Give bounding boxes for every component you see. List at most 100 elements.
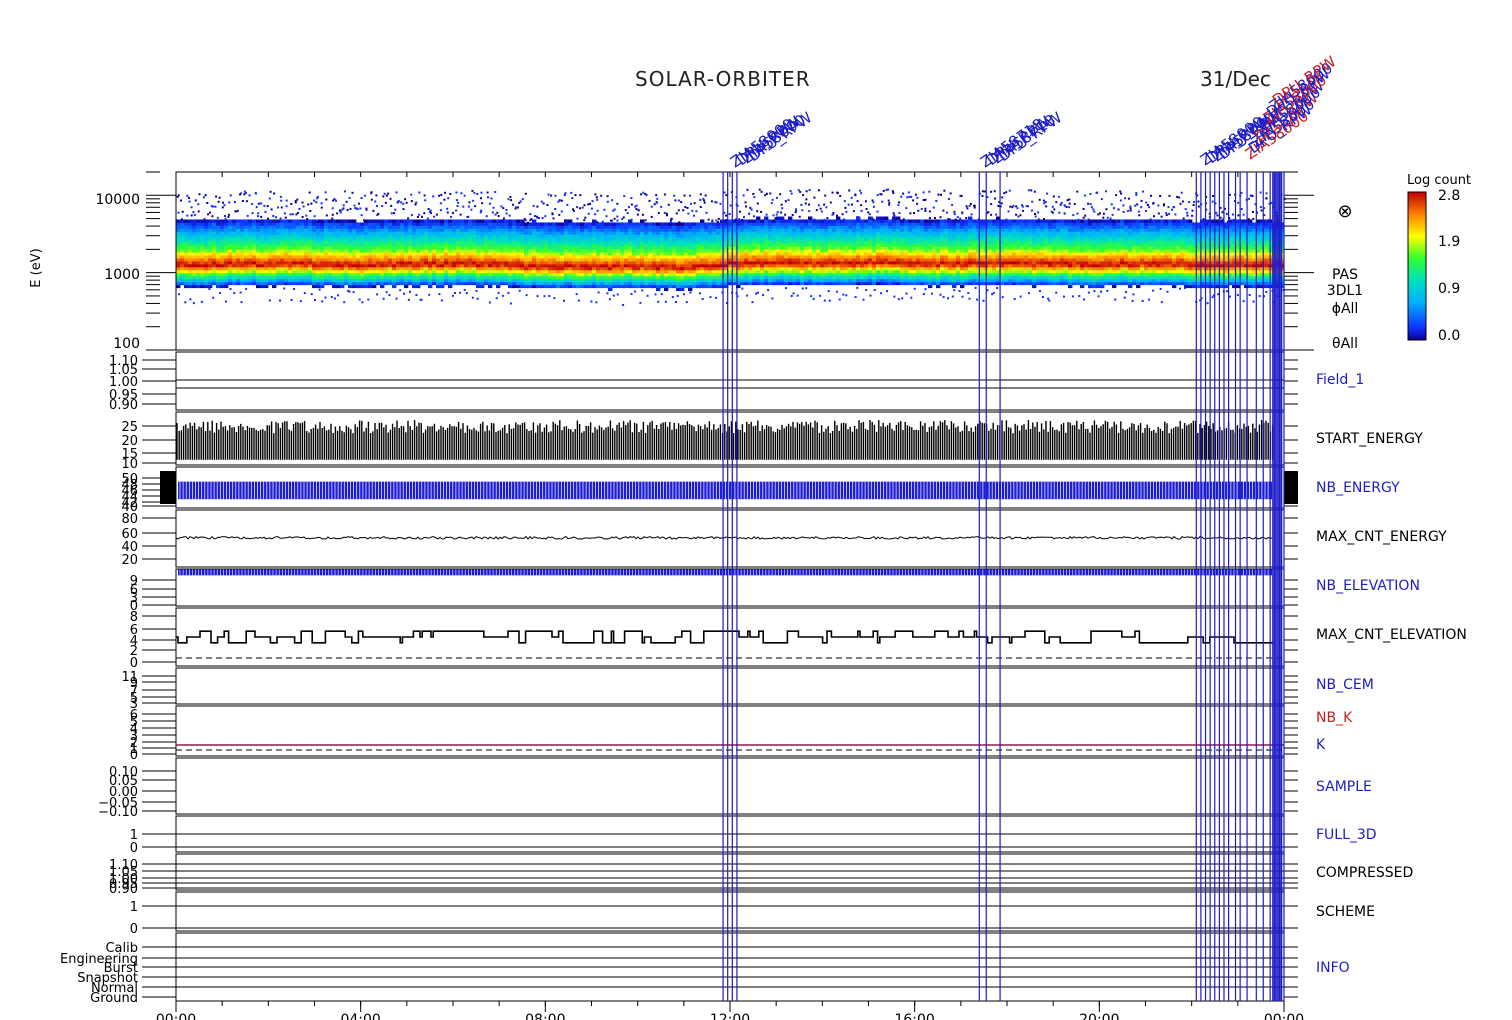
spectrogram-cell — [588, 246, 593, 250]
spectrogram-cell — [280, 231, 285, 235]
spectrogram-cell — [864, 228, 869, 232]
spectrogram-cell — [584, 225, 589, 229]
spectrogram-cell — [280, 272, 285, 277]
spectrogram-cell — [584, 252, 589, 256]
spectrogram-cell — [520, 234, 525, 238]
spectrogram-cell — [460, 263, 465, 268]
spectrogram-cell — [1052, 246, 1057, 250]
spectrogram-cell — [524, 255, 529, 259]
spectrogram-cell — [512, 228, 517, 232]
spectrogram-cell — [332, 246, 337, 250]
spectrogram-cell — [1008, 272, 1013, 277]
spectrogram-cell — [244, 240, 249, 244]
spectrogram-cell — [1044, 246, 1049, 250]
spectrogram-cell — [608, 281, 613, 286]
spectrogram-cell — [568, 240, 573, 244]
spectrogram-cell — [752, 249, 757, 253]
spectrogram-cell — [744, 225, 749, 229]
spectrogram-cell — [592, 249, 597, 253]
spectrogram-cell — [896, 258, 901, 262]
spectrogram-cell — [416, 252, 421, 256]
spectrogram-cell — [404, 255, 409, 259]
spectrogram-cell — [528, 240, 533, 244]
spectrogram-cell — [320, 252, 325, 256]
spectrogram-cell — [264, 246, 269, 250]
spectrogram-cell — [1012, 243, 1017, 247]
spectrogram-cell — [396, 278, 401, 283]
spectrogram-cell — [600, 269, 605, 274]
spectrogram-cell — [956, 275, 961, 280]
spectrogram-cell — [756, 216, 761, 220]
spectrogram-cell — [496, 240, 501, 244]
spectrogram-cell — [568, 278, 573, 283]
spectrogram-cell — [520, 258, 525, 262]
spectrogram-cell — [252, 252, 257, 256]
spectrogram-cell — [452, 258, 457, 262]
spectrogram-cell — [572, 281, 577, 286]
spectrogram-cell — [424, 252, 429, 256]
spectrogram-cell — [308, 219, 313, 223]
spectrogram-cell — [176, 222, 181, 226]
spectrogram-cell — [496, 258, 501, 262]
spectrogram-cell — [600, 252, 605, 256]
spectrogram-cell — [484, 278, 489, 283]
spectrogram-cell — [952, 263, 957, 268]
spectrogram-cell — [904, 278, 909, 283]
spectrogram-cell — [264, 234, 269, 238]
spectrogram-cell — [664, 234, 669, 238]
spectrogram-cell — [740, 225, 745, 229]
spectrogram-cell — [180, 237, 185, 241]
spectrogram-cell — [648, 284, 653, 289]
spectrogram-cell — [232, 231, 237, 235]
spectrogram-cell — [240, 269, 245, 274]
spectrogram-cell — [532, 263, 537, 268]
spectrogram-cell — [656, 240, 661, 244]
spectrogram-cell — [184, 219, 189, 223]
spectrogram-cell — [252, 234, 257, 238]
spectrogram-cell — [196, 231, 201, 235]
spectrogram-cell — [252, 263, 257, 268]
spectrogram-cell — [1060, 281, 1065, 286]
spectrogram-cell — [304, 281, 309, 286]
spectrogram-cell — [752, 272, 757, 277]
spectrogram-cell — [968, 269, 973, 274]
spectrogram-cell — [796, 246, 801, 250]
spectrogram-cell — [348, 275, 353, 280]
spectrogram-cell — [804, 278, 809, 283]
spectrogram-cell — [1028, 246, 1033, 250]
spectrogram-cell — [544, 278, 549, 283]
spectrogram-cell — [516, 275, 521, 280]
spectrogram-cell — [544, 272, 549, 277]
spectrogram-cell — [252, 281, 257, 286]
spectrogram-cell — [368, 272, 373, 277]
spectrogram-cell — [688, 243, 693, 247]
spectrogram-cell — [568, 222, 573, 226]
spectrogram-cell — [396, 266, 401, 271]
spectrogram-cell — [1004, 240, 1009, 244]
spectrogram-cell — [620, 237, 625, 241]
spectrogram-cell — [688, 258, 693, 262]
spectrogram-cell — [444, 255, 449, 259]
spectrogram-cell — [572, 231, 577, 235]
spectrogram-cell — [932, 237, 937, 241]
spectrogram-cell — [376, 246, 381, 250]
spectrogram-cell — [404, 237, 409, 241]
spectrogram-cell — [936, 263, 941, 268]
spectrogram-cell — [456, 255, 461, 259]
spectrogram-cell — [552, 243, 557, 247]
spectrogram-cell — [1052, 234, 1057, 238]
spectrogram-cell — [192, 278, 197, 283]
spectrogram-cell — [924, 272, 929, 277]
spectrogram-cell — [872, 258, 877, 262]
spectrogram-cell — [532, 240, 537, 244]
spectrogram-cell — [496, 249, 501, 253]
spectrogram-cell — [228, 234, 233, 238]
spectrogram-cell — [656, 266, 661, 271]
spectrogram-cell — [776, 240, 781, 244]
spectrogram-cell — [336, 258, 341, 262]
spectrogram-cell — [424, 258, 429, 262]
spectrogram-cell — [928, 252, 933, 256]
spectrogram-cell — [456, 252, 461, 256]
spectrogram-cell — [496, 243, 501, 247]
spectrogram-cell — [792, 231, 797, 235]
